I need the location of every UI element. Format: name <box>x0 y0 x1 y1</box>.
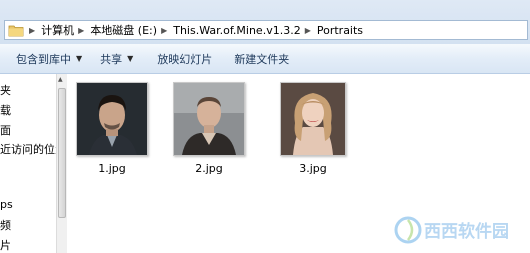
navigation-pane: 夹 载 面 近访问的位置 ps 频 片 <box>0 74 56 253</box>
nav-scrollbar[interactable]: ▲ <box>56 74 67 253</box>
file-name[interactable]: 2.jpg <box>164 162 254 175</box>
breadcrumb-game-folder[interactable]: This.War.of.Mine.v1.3.2 <box>173 24 300 37</box>
new-folder-button[interactable]: 新建文件夹 <box>228 48 295 70</box>
command-toolbar: 包含到库中 ▼ 共享 ▼ 放映幻灯片 新建文件夹 <box>0 44 530 74</box>
site-watermark-logo: 西西软件园 <box>394 213 526 247</box>
image-thumbnail[interactable] <box>280 82 346 156</box>
include-in-library-label: 包含到库中 <box>16 52 71 66</box>
nav-item[interactable]: ps <box>0 198 13 211</box>
share-label: 共享 <box>100 52 123 66</box>
include-in-library-button[interactable]: 包含到库中 ▼ <box>10 48 88 70</box>
nav-item[interactable]: 片 <box>0 237 11 253</box>
folder-icon <box>7 21 25 39</box>
share-button[interactable]: 共享 ▼ <box>94 48 139 70</box>
nav-item[interactable]: 近访问的位置 <box>0 141 56 157</box>
address-bar: ▶ 计算机 ▶ 本地磁盘 (E:) ▶ This.War.of.Mine.v1.… <box>0 0 530 44</box>
image-thumbnail[interactable] <box>76 82 148 156</box>
watermark-text: 西西软件园 <box>424 221 509 242</box>
nav-item[interactable]: 夹 <box>0 82 11 98</box>
new-folder-label: 新建文件夹 <box>234 52 290 66</box>
dropdown-arrow-icon: ▼ <box>127 54 134 63</box>
breadcrumb-computer[interactable]: 计算机 <box>41 22 74 38</box>
scrollbar-thumb[interactable] <box>58 88 66 218</box>
slideshow-label: 放映幻灯片 <box>157 52 213 66</box>
file-name[interactable]: 1.jpg <box>67 162 157 175</box>
explorer-window: ▶ 计算机 ▶ 本地磁盘 (E:) ▶ This.War.of.Mine.v1.… <box>0 0 530 253</box>
address-box[interactable]: ▶ 计算机 ▶ 本地磁盘 (E:) ▶ This.War.of.Mine.v1.… <box>4 20 528 40</box>
breadcrumb-drive-e[interactable]: 本地磁盘 (E:) <box>90 22 157 38</box>
chevron-right-icon[interactable]: ▶ <box>29 26 35 35</box>
scroll-up-arrow-icon[interactable]: ▲ <box>58 76 63 83</box>
slideshow-button[interactable]: 放映幻灯片 <box>151 48 218 70</box>
image-thumbnail[interactable] <box>173 82 245 156</box>
chevron-right-icon[interactable]: ▶ <box>161 26 167 35</box>
breadcrumb-portraits[interactable]: Portraits <box>317 24 363 37</box>
nav-item[interactable]: 载 <box>0 102 11 118</box>
file-name[interactable]: 3.jpg <box>268 162 358 175</box>
chevron-right-icon[interactable]: ▶ <box>78 26 84 35</box>
file-item[interactable]: 1.jpg <box>67 82 157 175</box>
nav-item[interactable]: 面 <box>0 122 11 138</box>
nav-item[interactable]: 频 <box>0 217 11 233</box>
chevron-right-icon[interactable]: ▶ <box>305 26 311 35</box>
dropdown-arrow-icon: ▼ <box>76 54 83 63</box>
file-item[interactable]: 2.jpg <box>164 82 254 175</box>
file-item[interactable]: 3.jpg <box>268 82 358 175</box>
